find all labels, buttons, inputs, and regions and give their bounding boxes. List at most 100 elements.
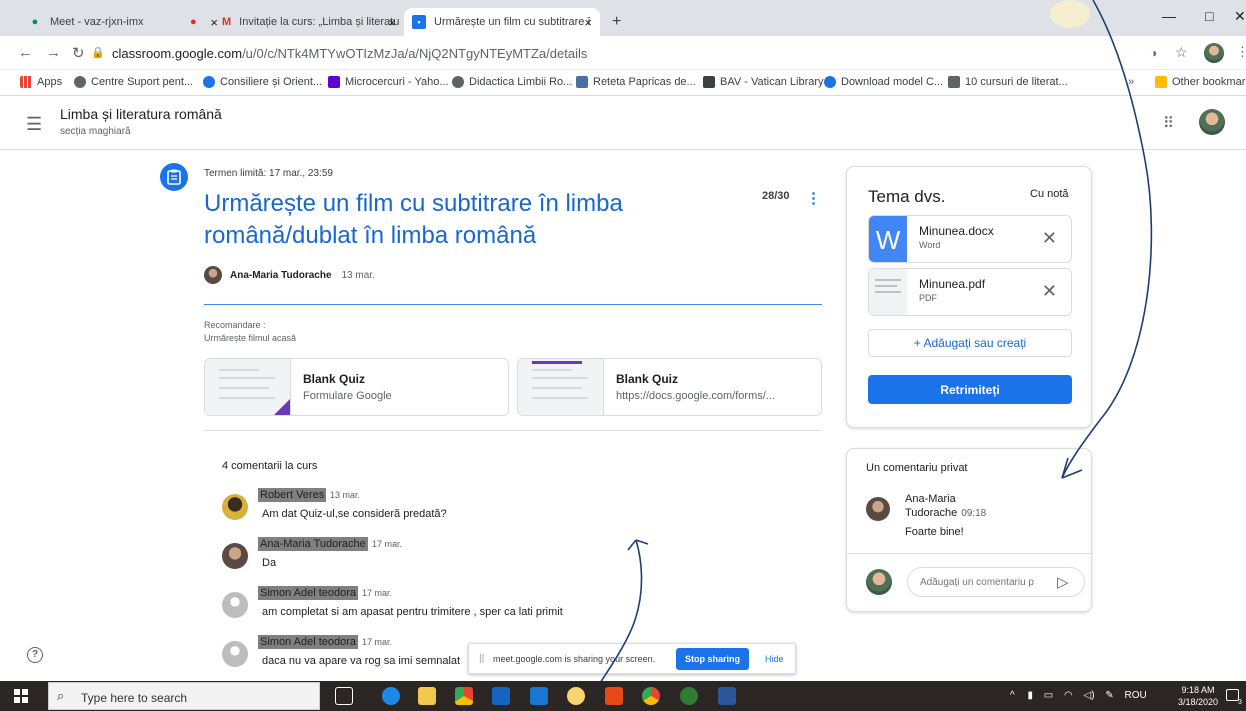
default-avatar-icon (222, 592, 248, 618)
maximize-icon[interactable]: □ (1205, 8, 1213, 24)
wifi-icon[interactable]: ◠ (1064, 690, 1073, 701)
private-comment-card: Un comentariu privat Ana-Maria Tudorache… (846, 448, 1092, 612)
mail-icon[interactable] (530, 687, 548, 705)
pen-icon[interactable]: ✎ (1105, 690, 1113, 701)
close-window-icon[interactable]: ✕ (1234, 8, 1246, 25)
hide-button[interactable]: Hide (765, 654, 784, 664)
chrome-profile-icon[interactable] (642, 687, 660, 705)
bookmarks-bar: Apps Centre Suport pent... Consiliere și… (0, 70, 1246, 96)
chrome-profile-icon[interactable] (680, 687, 698, 705)
extension-icon[interactable]: ◑ (1150, 46, 1157, 60)
attachment-card[interactable]: Blank Quiz https://docs.google.com/forms… (517, 358, 822, 416)
post-date: 13 mar. (341, 269, 375, 281)
volume-icon[interactable]: ◁) (1084, 690, 1095, 701)
share-message: meet.google.com is sharing your screen. (493, 654, 656, 664)
my-avatar (866, 569, 892, 595)
browser-menu-icon[interactable]: ⋮ (1236, 44, 1246, 60)
class-comments-count[interactable]: 4 comentarii la curs (222, 460, 317, 472)
commenter-avatar (866, 497, 890, 521)
file-attachment[interactable]: W Minunea.docx Word ✕ (868, 215, 1072, 263)
bookmark-item[interactable]: Download model C... (824, 76, 943, 88)
tab-meet[interactable]: ● Meet - vaz-rjxn-imx ● × (20, 8, 226, 36)
title-divider (204, 304, 822, 305)
bookmark-item[interactable]: Consiliere și Orient... (203, 76, 322, 88)
file-explorer-icon[interactable] (418, 687, 436, 705)
vatican-icon (703, 76, 715, 88)
bookmark-item[interactable]: Didactica Limbii Ro... (452, 76, 572, 88)
app-icon[interactable] (567, 687, 585, 705)
add-or-create-button[interactable]: + Adăugați sau creați (868, 329, 1072, 357)
chrome-icon[interactable] (455, 687, 473, 705)
stop-sharing-button[interactable]: Stop sharing (676, 648, 749, 670)
hamburger-menu-icon[interactable]: ☰ (26, 114, 42, 135)
url-field[interactable]: classroom.google.com/u/0/c/NTk4MTYwOTIzM… (100, 46, 587, 61)
help-icon[interactable]: ? (27, 647, 43, 663)
file-kind: PDF (919, 293, 937, 303)
bookmark-item[interactable]: Centre Suport pent... (74, 76, 193, 88)
send-icon[interactable]: ▷ (1057, 573, 1069, 591)
remove-file-icon[interactable]: ✕ (1042, 281, 1057, 302)
resubmit-button[interactable]: Retrimiteți (868, 375, 1072, 404)
globe-icon (452, 76, 464, 88)
back-icon[interactable]: ← (18, 44, 33, 61)
network-icon[interactable]: ▮ (1027, 690, 1033, 701)
account-avatar[interactable] (1199, 109, 1225, 135)
tab-gmail[interactable]: M Invitație la curs: „Limba și literatu … (214, 8, 404, 36)
battery-icon[interactable]: ▭ (1044, 690, 1053, 701)
bookmark-label: BAV - Vatican Library (720, 76, 824, 88)
attachment-subtitle: Formulare Google (303, 390, 392, 402)
language-indicator[interactable]: ROU (1125, 690, 1147, 701)
reload-icon[interactable]: ↻ (72, 44, 85, 62)
bookmark-item[interactable]: Reteta Papricas de... (576, 76, 696, 88)
forward-icon[interactable]: → (46, 44, 61, 61)
course-title[interactable]: Limba și literatura română (60, 106, 222, 122)
bookmark-label: Didactica Limbii Ro... (469, 76, 573, 88)
taskbar-search[interactable]: ⌕ Type here to search (48, 682, 320, 710)
comment-time: 09:18 (961, 508, 987, 519)
close-icon[interactable]: × (584, 15, 592, 30)
bookmarks-overflow-icon[interactable]: » (1128, 76, 1134, 88)
bookmark-item[interactable]: Microcercuri - Yaho... (328, 76, 449, 88)
close-icon[interactable]: × (388, 15, 396, 30)
bookmark-item[interactable]: 10 cursuri de literat... (948, 76, 1068, 88)
commenter-avatar (222, 543, 248, 569)
more-options-icon[interactable]: ⋮ (806, 189, 821, 207)
store-icon[interactable] (492, 687, 510, 705)
other-bookmarks[interactable]: Other bookmarks (1155, 76, 1246, 88)
bookmark-item[interactable]: BAV - Vatican Library (703, 76, 824, 88)
new-tab-button[interactable]: + (604, 8, 634, 36)
url-host: classroom.google.com (112, 46, 243, 61)
comment-date: 17 mar. (362, 637, 393, 647)
your-work-heading: Tema dvs. (868, 187, 946, 206)
attachment-card[interactable]: Blank Quiz Formulare Google (204, 358, 509, 416)
word-app-icon[interactable] (718, 687, 736, 705)
bookmark-label: Consiliere și Orient... (220, 76, 323, 88)
file-attachment[interactable]: Minunea.pdf PDF ✕ (868, 268, 1072, 316)
google-apps-icon[interactable]: ⠿ (1163, 114, 1174, 132)
apps-grid-icon (20, 76, 32, 88)
bookmark-star-icon[interactable]: ☆ (1175, 44, 1188, 61)
show-hidden-icons-icon[interactable]: ^ (1010, 690, 1015, 701)
bookmark-apps[interactable]: Apps (20, 76, 62, 88)
comment-text: Am dat Quiz-ul,se consideră predată? (262, 508, 447, 520)
clock-time: 9:18 AM (1181, 685, 1215, 695)
commenter-avatar (222, 494, 248, 520)
office-icon[interactable] (605, 687, 623, 705)
attachment-title: Blank Quiz (303, 372, 366, 386)
private-comment-heading: Un comentariu privat (866, 462, 968, 474)
edge-icon[interactable] (382, 687, 400, 705)
profile-avatar[interactable] (1204, 43, 1224, 63)
meet-icon: ● (31, 16, 39, 28)
author-name: Ana-Maria Tudorache (230, 269, 332, 281)
clock[interactable]: 9:18 AM 3/18/2020 (1178, 684, 1218, 708)
task-view-icon[interactable] (335, 687, 353, 705)
tab-label: Urmărește un film cu subtitrare î (434, 16, 591, 28)
drag-handle-icon[interactable]: || (479, 653, 484, 664)
remove-file-icon[interactable]: ✕ (1042, 228, 1057, 249)
tab-classroom[interactable]: ▪ Urmărește un film cu subtitrare î × (404, 8, 600, 36)
tab-label: Meet - vaz-rjxn-imx (50, 16, 144, 28)
windows-start-icon[interactable] (14, 689, 28, 703)
file-kind: Word (919, 240, 941, 250)
minimize-icon[interactable]: — (1162, 8, 1176, 24)
comment-date: 17 mar. (362, 588, 393, 598)
